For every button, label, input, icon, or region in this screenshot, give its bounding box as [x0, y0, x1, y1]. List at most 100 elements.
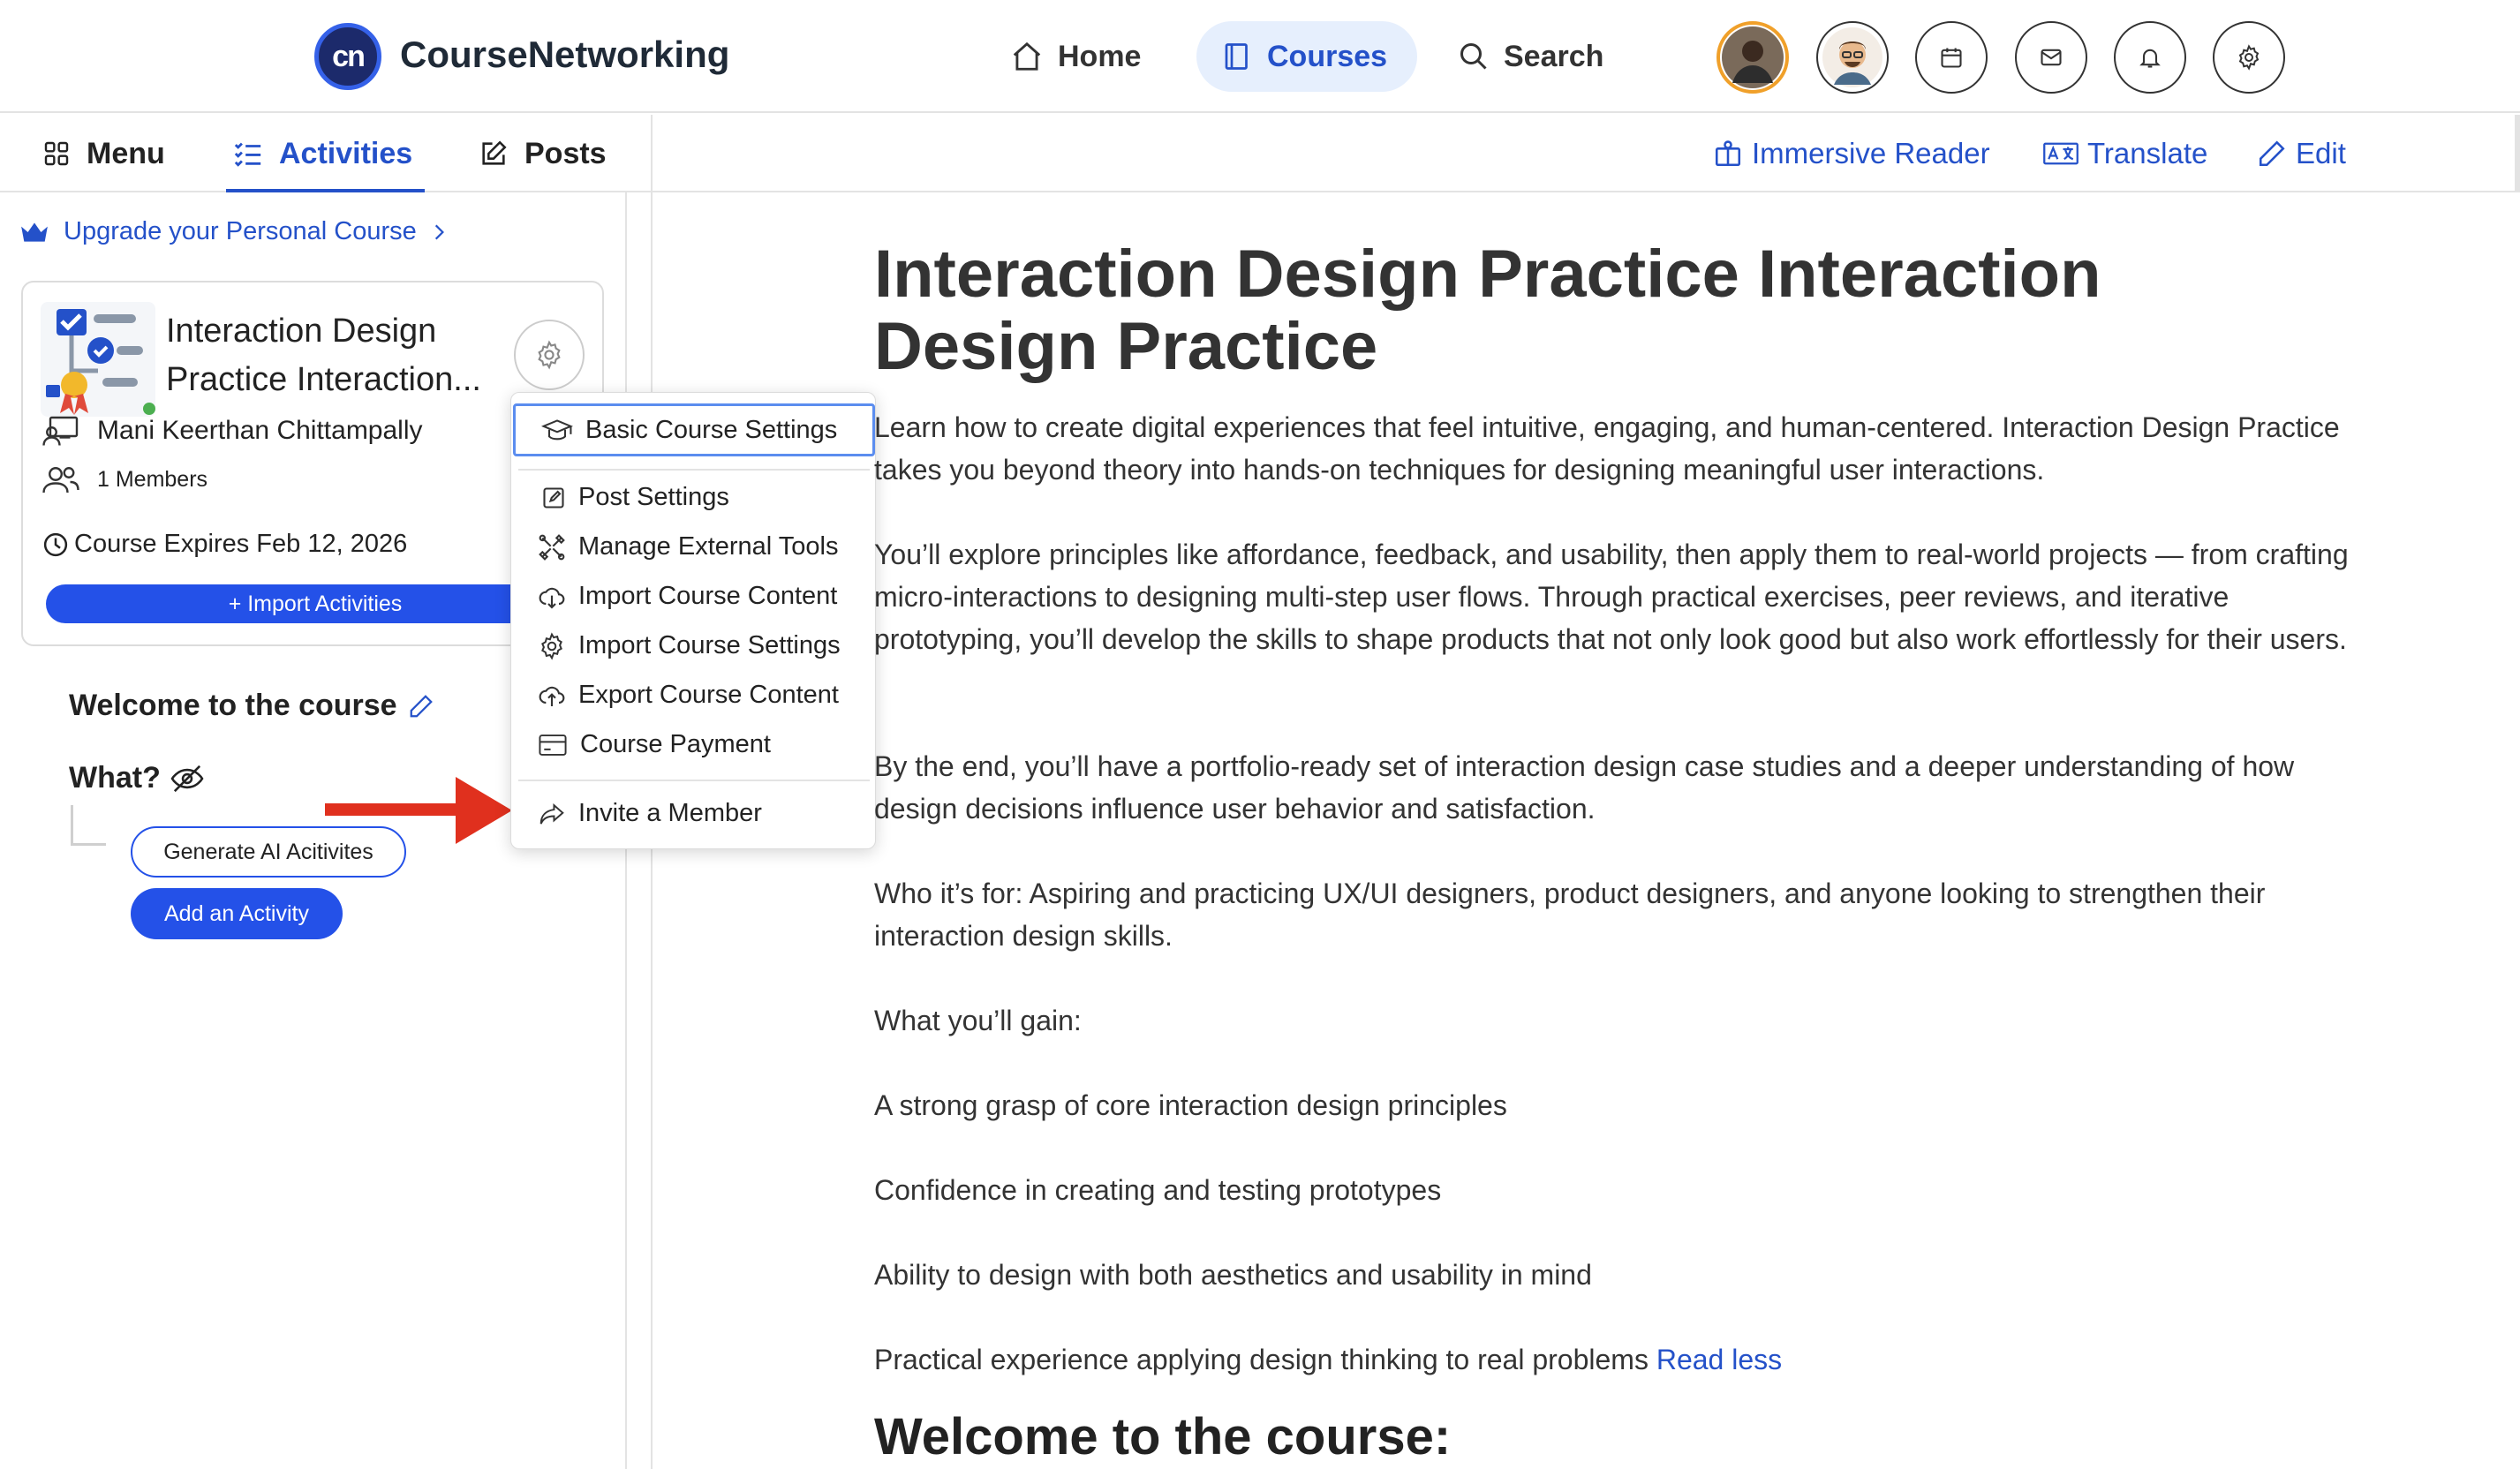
gear-icon — [538, 631, 566, 660]
translate-icon — [2043, 140, 2079, 167]
crown-icon — [19, 221, 49, 244]
nav-search[interactable]: Search — [1433, 21, 1628, 92]
dropdown-label: Course Payment — [580, 730, 771, 758]
tab-menu-label: Menu — [87, 136, 165, 170]
dropdown-item-course-payment[interactable]: Course Payment — [538, 730, 771, 759]
edit-label: Edit — [2296, 137, 2346, 170]
logo-text: cn — [332, 39, 366, 73]
what-label: What? — [69, 761, 161, 795]
gear-icon[interactable] — [2213, 21, 2285, 94]
gear-icon — [534, 340, 564, 370]
nav-courses[interactable]: Courses — [1196, 21, 1417, 92]
dropdown-item-post-settings[interactable]: Post Settings — [541, 483, 729, 512]
immersive-reader-icon — [1713, 139, 1743, 169]
members-count: 1 Members — [97, 466, 208, 492]
dropdown-item-invite-a-member[interactable]: Invite a Member — [538, 799, 762, 828]
tab-menu[interactable]: Menu — [42, 115, 165, 192]
import-activities-button[interactable]: + Import Activities — [46, 584, 585, 623]
eye-off-icon[interactable] — [170, 764, 205, 794]
description-paragraph: Who it’s for: Aspiring and practicing UX… — [874, 878, 2266, 952]
edit-square-icon — [479, 139, 509, 169]
scroll-edge — [2515, 115, 2520, 192]
immersive-reader-button[interactable]: Immersive Reader — [1713, 115, 1990, 192]
dropdown-label: Import Course Settings — [578, 631, 841, 659]
edit-button[interactable]: Edit — [2257, 115, 2346, 192]
course-title[interactable]: Interaction Design Practice Interaction.… — [166, 307, 502, 404]
expiry-text: Course Expires Feb 12, 2026 — [74, 530, 408, 558]
welcome-heading[interactable]: Welcome to the course — [69, 689, 434, 723]
description-paragraph: What you’ll gain: — [874, 1005, 1082, 1036]
dropdown-divider — [518, 469, 870, 471]
search-icon — [1458, 41, 1490, 72]
nav-courses-label: Courses — [1267, 39, 1388, 73]
dropdown-label: Invite a Member — [578, 799, 762, 827]
welcome-subheading: Welcome to the course: — [874, 1408, 1452, 1465]
dropdown-item-export-course-content[interactable]: Export Course Content — [538, 681, 839, 710]
dropdown-divider — [518, 780, 870, 781]
tools-icon — [538, 533, 566, 561]
dropdown-item-basic-course-settings-row[interactable]: Basic Course Settings — [541, 416, 837, 445]
grid-icon — [42, 139, 71, 168]
add-activity-button[interactable]: Add an Activity — [131, 888, 343, 939]
description-paragraph: You’ll explore principles like affordanc… — [874, 539, 2349, 655]
calendar-icon[interactable] — [1915, 21, 1988, 94]
download-icon — [538, 583, 566, 611]
dropdown-label: Export Course Content — [578, 681, 839, 709]
teacher-icon — [42, 415, 79, 447]
course-owner: Mani Keerthan Chittampally — [42, 415, 423, 447]
pencil-icon[interactable] — [408, 693, 434, 719]
upgrade-link[interactable]: Upgrade your Personal Course — [19, 217, 447, 246]
chevron-right-icon — [431, 222, 447, 242]
brand-name[interactable]: CourseNetworking — [400, 34, 729, 76]
course-heading: Interaction Design Practice Interaction … — [874, 237, 2101, 384]
home-icon — [1010, 40, 1044, 73]
immersive-reader-label: Immersive Reader — [1752, 137, 1990, 170]
dropdown-label: Basic Course Settings — [585, 416, 838, 444]
tab-activities[interactable]: Activities — [225, 115, 426, 192]
dropdown-label: Post Settings — [578, 483, 729, 511]
pencil-icon — [2257, 139, 2287, 169]
red-arrow-annotation — [325, 777, 512, 844]
course-settings-button[interactable] — [514, 320, 585, 390]
read-less-link[interactable]: Read less — [1656, 1344, 1782, 1375]
description-paragraph: Ability to design with both aesthetics a… — [874, 1259, 1592, 1291]
welcome-label: Welcome to the course — [69, 689, 397, 722]
description-paragraph: By the end, you’ll have a portfolio-read… — [874, 750, 2295, 825]
tab-posts-label: Posts — [524, 136, 607, 170]
description-paragraph: Confidence in creating and testing proto… — [874, 1174, 1442, 1206]
description-paragraph-last: Practical experience applying design thi… — [874, 1338, 2358, 1381]
course-thumbnail[interactable] — [41, 302, 164, 420]
nav-home[interactable]: Home — [985, 21, 1166, 92]
clock-icon — [42, 531, 69, 558]
upload-icon — [538, 682, 566, 710]
top-header: cn CourseNetworking Home Courses Search — [0, 0, 2520, 113]
nav-search-label: Search — [1504, 39, 1604, 73]
dropdown-item-manage-external-tools[interactable]: Manage External Tools — [538, 532, 838, 561]
user-avatar[interactable] — [1716, 21, 1789, 94]
profile-avatar[interactable] — [1816, 21, 1889, 94]
users-icon — [42, 464, 79, 494]
course-expiry: Course Expires Feb 12, 2026 — [42, 530, 407, 559]
dropdown-item-import-course-settings[interactable]: Import Course Settings — [538, 631, 841, 660]
translate-label: Translate — [2087, 137, 2208, 170]
tree-connector — [71, 805, 106, 846]
upgrade-label: Upgrade your Personal Course — [64, 217, 417, 245]
list-check-icon — [233, 139, 263, 169]
bell-icon[interactable] — [2114, 21, 2186, 94]
owner-name: Mani Keerthan Chittampally — [97, 416, 423, 445]
mail-icon[interactable] — [2015, 21, 2087, 94]
course-settings-dropdown: Basic Course Settings Post Settings Mana… — [510, 392, 876, 849]
logo[interactable]: cn — [314, 23, 381, 90]
description-paragraph: Learn how to create digital experiences … — [874, 411, 2340, 486]
dropdown-item-import-course-content[interactable]: Import Course Content — [538, 582, 837, 611]
description-paragraph: A strong grasp of core interaction desig… — [874, 1089, 1507, 1121]
course-members[interactable]: 1 Members — [42, 464, 207, 494]
description-text: Practical experience applying design thi… — [874, 1344, 1649, 1375]
tab-posts[interactable]: Posts — [479, 115, 607, 192]
edit-square-icon — [541, 486, 566, 510]
translate-button[interactable]: Translate — [2043, 115, 2207, 192]
what-heading[interactable]: What? — [69, 761, 205, 795]
share-icon — [538, 802, 566, 826]
credit-card-icon — [538, 733, 568, 757]
nav-home-label: Home — [1058, 39, 1142, 73]
